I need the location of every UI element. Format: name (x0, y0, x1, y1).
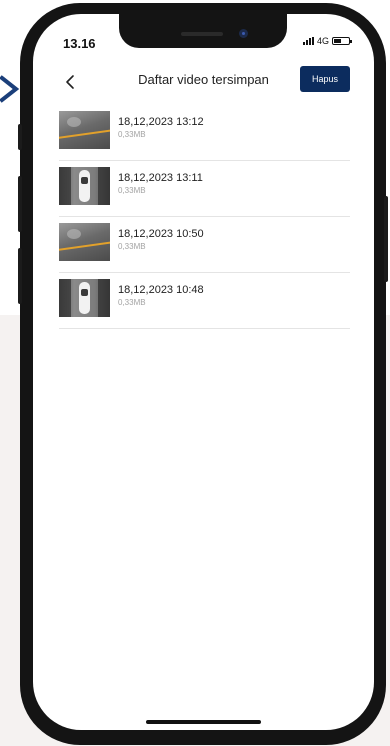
video-list-item[interactable]: 18,12,2023 13:11 0,33MB (59, 161, 350, 217)
video-thumbnail (59, 167, 110, 205)
video-date: 18,12,2023 10:48 (118, 284, 204, 296)
battery-icon (332, 37, 352, 45)
phone-screen: 13.16 4G Daftar video tersimpan Hapus 18… (33, 14, 374, 730)
video-size: 0,33MB (118, 186, 146, 195)
video-date: 18,12,2023 13:12 (118, 116, 204, 128)
video-thumbnail (59, 223, 110, 261)
power-button (384, 196, 388, 282)
video-size: 0,33MB (118, 130, 146, 139)
video-size: 0,33MB (118, 242, 146, 251)
video-thumbnail (59, 279, 110, 317)
volume-down-button (18, 248, 22, 304)
status-indicators: 4G (302, 36, 352, 46)
chevron-right-icon (0, 75, 20, 103)
delete-button[interactable]: Hapus (300, 66, 350, 92)
video-list: 18,12,2023 13:12 0,33MB 18,12,2023 13:11… (59, 105, 350, 329)
video-list-item[interactable]: 18,12,2023 10:48 0,33MB (59, 273, 350, 329)
video-date: 18,12,2023 13:11 (118, 172, 203, 184)
speaker (181, 32, 223, 36)
video-list-item[interactable]: 18,12,2023 10:50 0,33MB (59, 217, 350, 273)
camera-icon (239, 29, 248, 38)
video-list-item[interactable]: 18,12,2023 13:12 0,33MB (59, 105, 350, 161)
status-time: 13.16 (63, 36, 96, 51)
mute-switch (18, 124, 22, 150)
signal-icon (302, 37, 314, 45)
volume-up-button (18, 176, 22, 232)
video-thumbnail (59, 111, 110, 149)
home-indicator[interactable] (146, 720, 261, 724)
video-size: 0,33MB (118, 298, 146, 307)
network-type: 4G (316, 36, 329, 46)
video-date: 18,12,2023 10:50 (118, 228, 204, 240)
notch (119, 14, 287, 48)
